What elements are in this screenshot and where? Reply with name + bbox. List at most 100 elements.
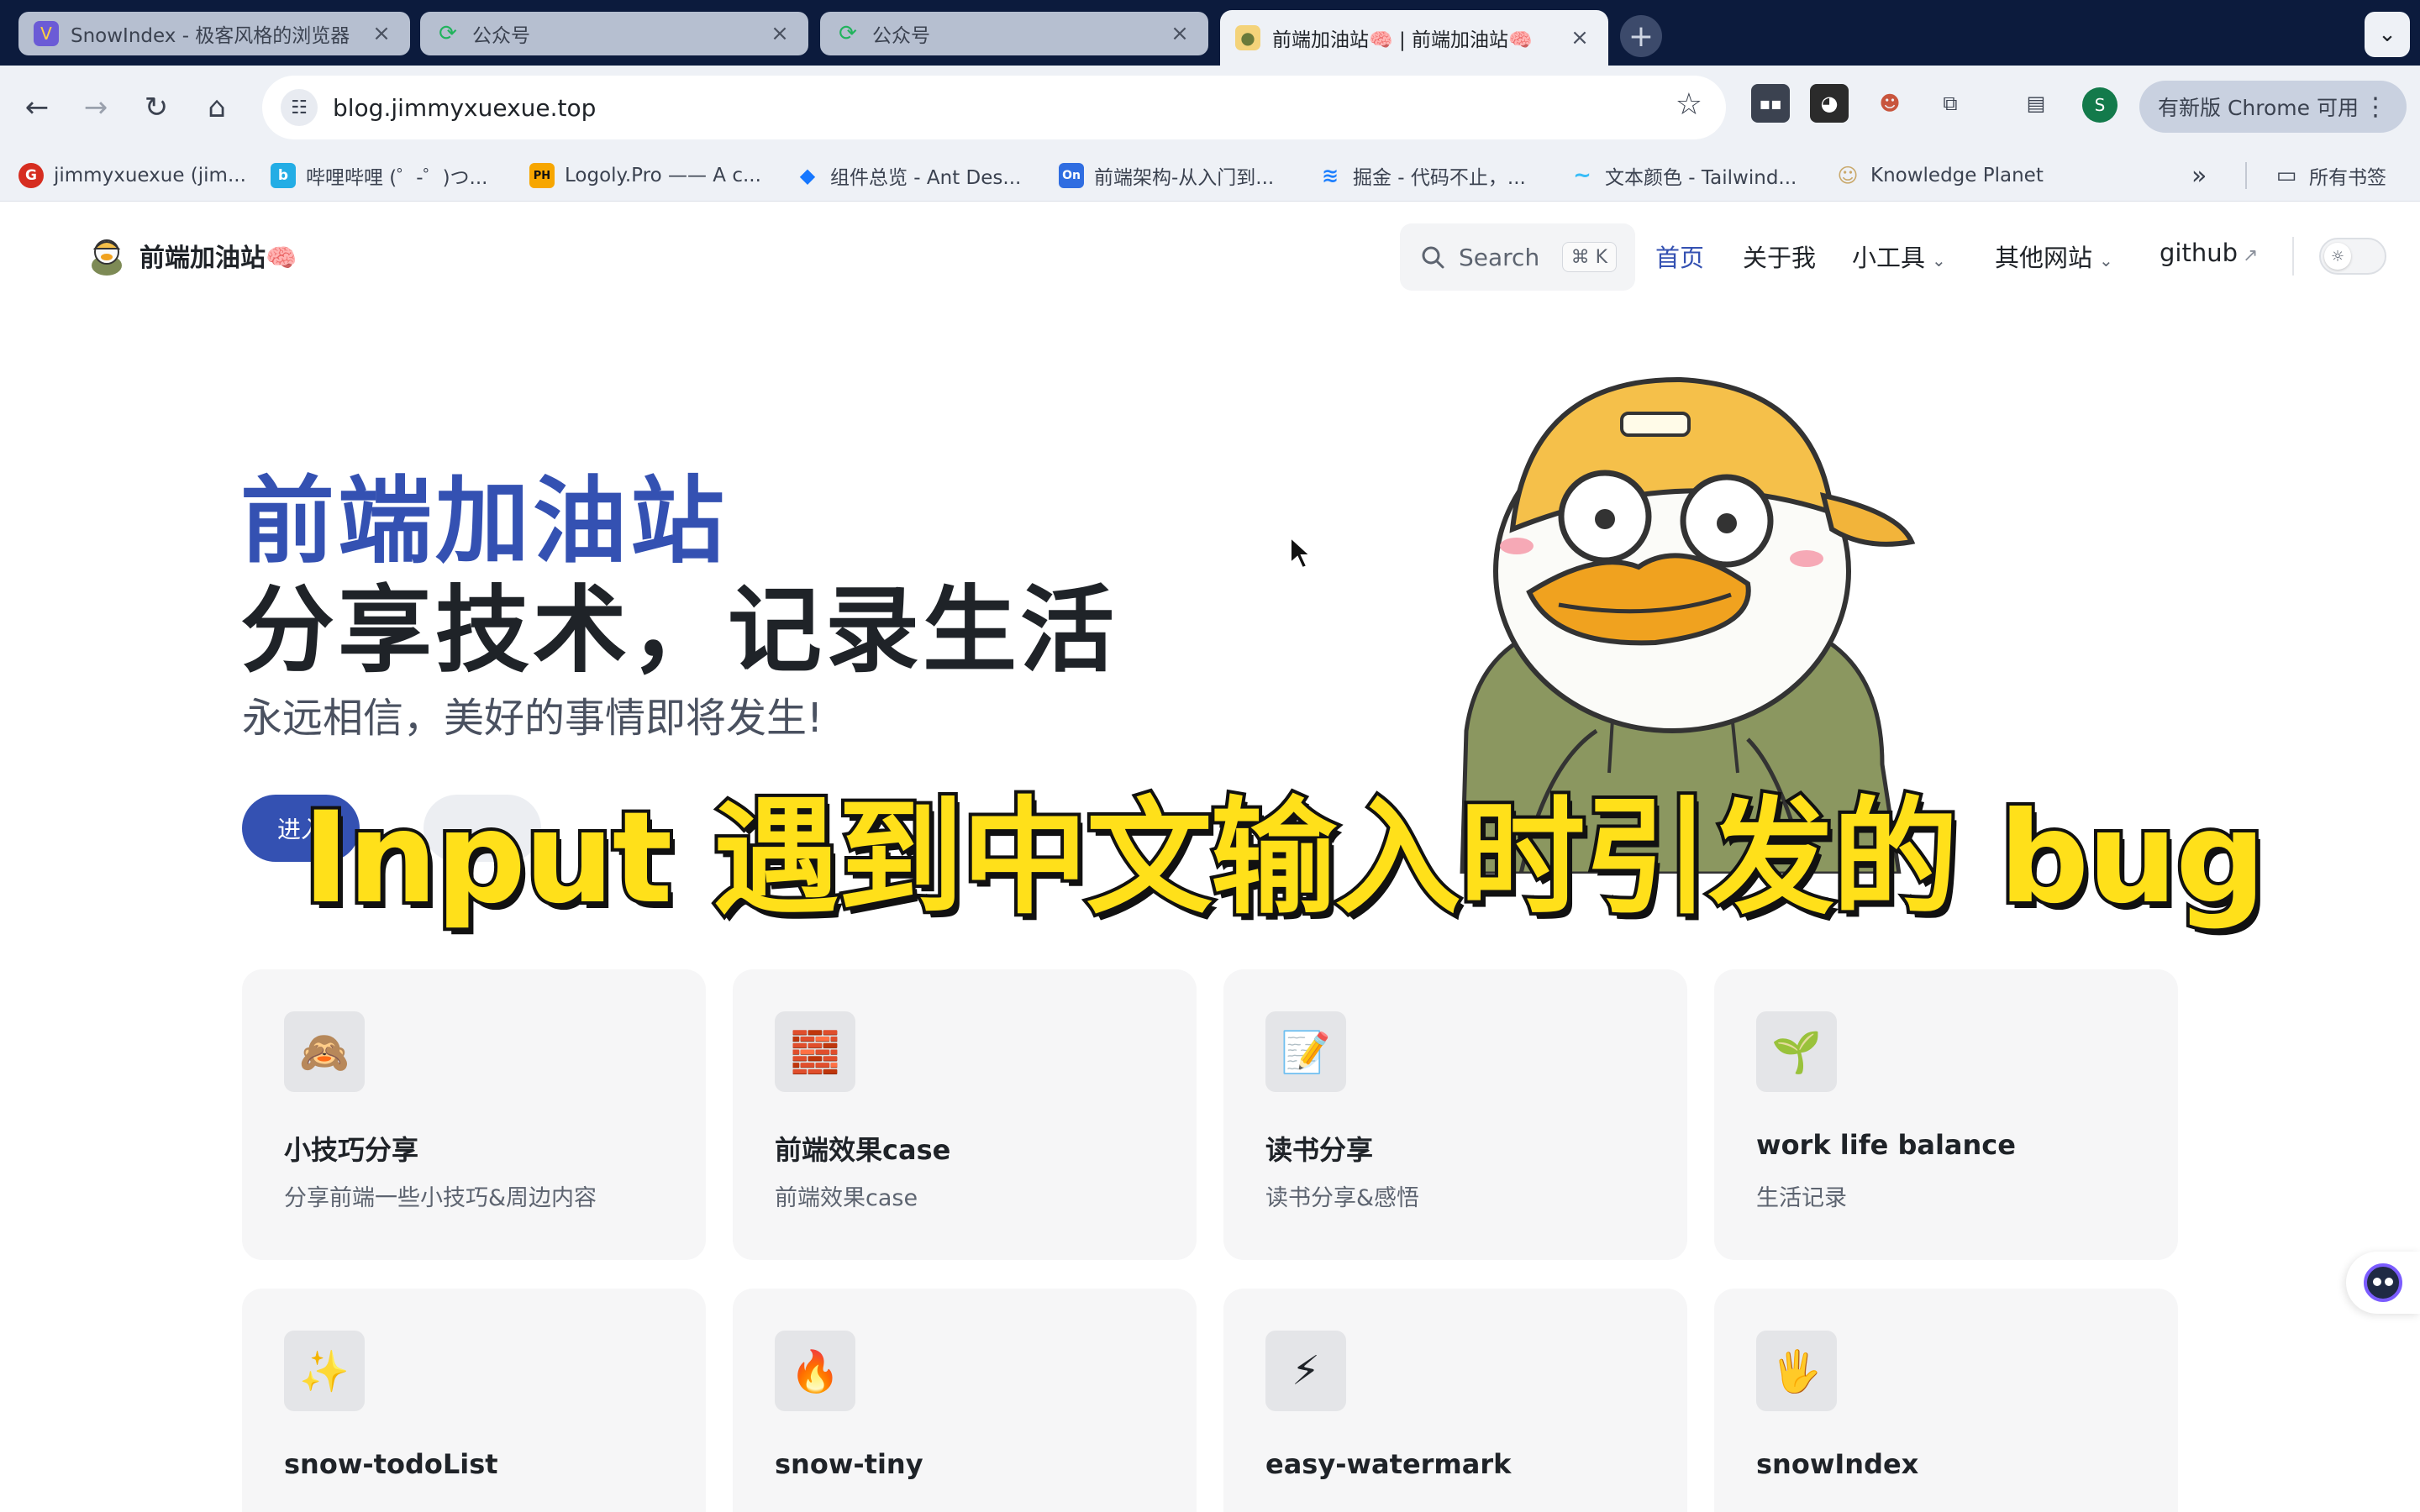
bookmark-item[interactable]: ◆ 组件总览 - Ant Des... <box>795 160 1022 192</box>
search-icon <box>1422 246 1444 269</box>
forward-arrow-icon[interactable]: → <box>74 86 118 129</box>
nav-tools[interactable]: 小工具 ⌄ <box>1852 239 1946 274</box>
feature-title: snow-todoList <box>284 1448 498 1480</box>
feature-card[interactable]: 🧱 前端效果case 前端效果case <box>733 969 1197 1260</box>
ant-design-icon: ◆ <box>799 164 816 187</box>
browser-tab-wechat-2[interactable]: ⟳ 公众号 × <box>820 12 1208 55</box>
feature-card[interactable]: 📝 读书分享 读书分享&感悟 <box>1223 969 1687 1260</box>
knowledge-planet-icon: ☺ <box>1837 164 1859 187</box>
sparkles-icon: ✨ <box>284 1331 365 1411</box>
browser-tab-snowindex[interactable]: V SnowIndex - 极客风格的浏览器 × <box>18 12 410 55</box>
mouse-pointer-icon <box>1290 536 1313 570</box>
close-icon[interactable]: × <box>1166 21 1193 46</box>
close-icon[interactable]: × <box>766 21 793 46</box>
nav-other-sites[interactable]: 其他网站 ⌄ <box>1995 239 2113 274</box>
feature-title: easy-watermark <box>1265 1448 1512 1480</box>
wechat-mp-icon: ⟳ <box>435 21 460 46</box>
product-hunt-icon: PH <box>529 163 555 188</box>
side-panel-icon[interactable]: ▤ <box>2017 84 2055 123</box>
wechat-mp-icon: ⟳ <box>835 21 860 46</box>
tab-title: 公众号 <box>472 25 530 47</box>
hero-tagline: 永远相信，美好的事情即将发生! <box>242 695 823 742</box>
address-bar[interactable]: ☷ blog.jimmyxuexue.top ☆ <box>262 76 1726 139</box>
feature-card[interactable]: 🖐 snowIndex <box>1714 1289 2178 1512</box>
fire-icon: 🔥 <box>775 1331 855 1411</box>
feature-title: 小技巧分享 <box>284 1134 419 1166</box>
bookmark-item[interactable]: ≋ 掘金 - 代码不止，... <box>1318 160 1526 192</box>
extension-face-icon[interactable]: ◕ <box>1810 84 1849 123</box>
feature-card[interactable]: ✨ snow-todoList <box>242 1289 706 1512</box>
tab-title: 前端加油站🧠 | 前端加油站🧠 <box>1272 29 1533 51</box>
feature-details: 分享前端一些小技巧&周边内容 <box>284 1185 597 1211</box>
feature-card[interactable]: 🙈 小技巧分享 分享前端一些小技巧&周边内容 <box>242 969 706 1260</box>
extension-terminal-icon[interactable]: ▪▪ <box>1751 84 1790 123</box>
feature-details: 前端效果case <box>775 1185 918 1211</box>
feature-card[interactable]: 🔥 snow-tiny <box>733 1289 1197 1512</box>
feature-title: snow-tiny <box>775 1448 923 1480</box>
lightning-icon: ⚡ <box>1265 1331 1346 1411</box>
feature-card[interactable]: ⚡ easy-watermark <box>1223 1289 1687 1512</box>
nav-about[interactable]: 关于我 <box>1743 239 1816 274</box>
browser-toolbar: ← → ↻ ⌂ ☷ blog.jimmyxuexue.top ☆ <box>0 66 2420 150</box>
theme-toggle[interactable]: ☼ <box>2319 238 2386 275</box>
reload-icon[interactable]: ↻ <box>134 86 178 129</box>
update-label: 有新版 Chrome 可用 <box>2158 96 2359 120</box>
assistant-face-icon <box>2364 1263 2402 1302</box>
external-link-icon: ↗ <box>2243 245 2259 266</box>
close-icon[interactable]: × <box>1566 25 1593 50</box>
sun-icon: ☼ <box>2324 243 2351 270</box>
bookmark-item[interactable]: On 前端架构-从入门到... <box>1059 160 1274 192</box>
home-icon[interactable]: ⌂ <box>195 86 239 129</box>
bookmark-item[interactable]: PH Logoly.Pro —— A c... <box>529 160 761 192</box>
memo-icon: 📝 <box>1265 1011 1346 1092</box>
site-logo[interactable]: 前端加油站🧠 <box>89 235 297 276</box>
browser-tab-active[interactable]: ● 前端加油站🧠 | 前端加油站🧠 × <box>1220 10 1608 66</box>
site-navbar: 前端加油站🧠 Search ⌘ K 首页 关于我 小工具 ⌄ 其他网站 ⌄ gith… <box>0 202 2420 311</box>
duck-avatar-icon: ● <box>1235 25 1260 50</box>
nav-divider <box>2292 237 2294 276</box>
search-button[interactable]: Search ⌘ K <box>1400 223 1635 291</box>
juejin-icon: ≋ <box>1321 164 1339 187</box>
tab-search-chevron-icon[interactable]: ⌄ <box>2365 12 2410 57</box>
nav-home[interactable]: 首页 <box>1655 239 1704 274</box>
tailwind-icon: ~ <box>1573 163 1591 188</box>
raised-hand-icon: 🖐 <box>1756 1331 1837 1411</box>
tab-title: SnowIndex - 极客风格的浏览器 <box>71 25 350 47</box>
assistant-widget[interactable] <box>2346 1252 2420 1314</box>
chevron-down-icon: ⌄ <box>1932 250 1946 270</box>
nav-github[interactable]: github ↗ <box>2160 239 2258 267</box>
address-url[interactable]: blog.jimmyxuexue.top <box>333 94 596 122</box>
close-icon[interactable]: × <box>368 21 395 46</box>
more-bookmarks-chevron-icon[interactable]: » <box>2191 160 2207 192</box>
bookmark-item[interactable]: Gjimmyxuexue (jim... <box>18 160 246 192</box>
site-settings-icon[interactable]: ☷ <box>281 89 318 126</box>
extensions-puzzle-icon[interactable]: ⧉ <box>1931 84 1970 123</box>
all-bookmarks-folder[interactable]: ▭ 所有书签 <box>2274 160 2386 192</box>
bookmark-item[interactable]: ~ 文本颜色 - Tailwind... <box>1570 160 1797 192</box>
feature-title: 读书分享 <box>1265 1134 1374 1166</box>
back-arrow-icon[interactable]: ← <box>15 86 59 129</box>
chevron-down-icon: ⌄ <box>2099 250 2113 270</box>
see-no-evil-monkey-icon: 🙈 <box>284 1011 365 1092</box>
bricks-icon: 🧱 <box>775 1011 855 1092</box>
bookmarks-bar: Gjimmyxuexue (jim... b 哔哩哔哩 (゜-゜)つ... PH L… <box>0 150 2420 202</box>
tab-title: 公众号 <box>872 25 930 47</box>
hero-text: 分享技术，记录生活 <box>240 576 1118 685</box>
feature-details: 生活记录 <box>1756 1185 1847 1211</box>
new-tab-button[interactable]: + <box>1620 15 1662 57</box>
bookmark-item[interactable]: b 哔哩哔哩 (゜-゜)つ... <box>271 160 488 192</box>
search-shortcut: ⌘ K <box>1561 242 1617 272</box>
profile-avatar[interactable]: S <box>2082 87 2118 123</box>
extension-avatar-icon[interactable]: ☻ <box>1870 84 1909 123</box>
chrome-update-button[interactable]: 有新版 Chrome 可用 ⋮ <box>2139 81 2407 133</box>
bilibili-icon: b <box>271 163 296 188</box>
feature-title: snowIndex <box>1756 1448 1919 1480</box>
menu-kebab-icon: ⋮ <box>2363 92 2388 122</box>
feature-card[interactable]: 🌱 work life balance 生活记录 <box>1714 969 2178 1260</box>
browser-tab-wechat-1[interactable]: ⟳ 公众号 × <box>420 12 808 55</box>
bookmark-item[interactable]: ☺ Knowledge Planet <box>1835 160 2043 192</box>
seedling-icon: 🌱 <box>1756 1011 1837 1092</box>
bookmark-star-icon[interactable]: ☆ <box>1676 87 1702 122</box>
online-course-icon: On <box>1059 163 1084 188</box>
bookmark-separator <box>2245 162 2247 189</box>
